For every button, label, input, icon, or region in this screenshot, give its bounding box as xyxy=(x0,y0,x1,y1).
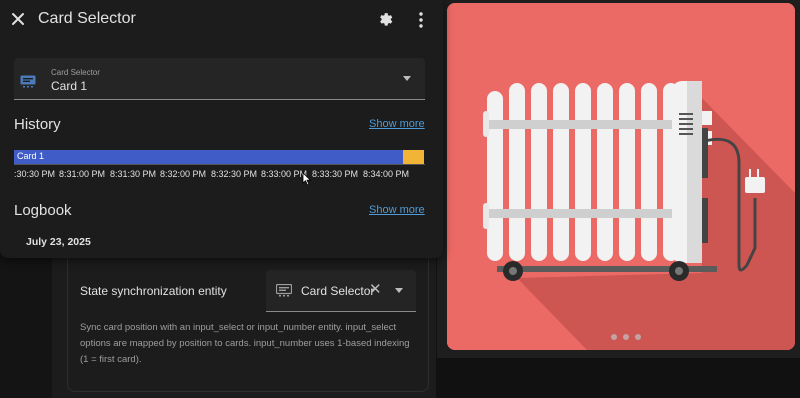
sync-settings-card xyxy=(67,240,429,392)
history-show-more-link[interactable]: Show more xyxy=(369,118,425,130)
timeline-tick: 8:31:30 PM xyxy=(110,169,157,179)
dialog-title: Card Selector xyxy=(38,10,136,27)
dropdown-caret-icon[interactable] xyxy=(403,76,411,81)
timeline-tick: :30:30 PM xyxy=(14,169,56,179)
clear-icon[interactable]: ✕ xyxy=(369,282,382,297)
carousel-dots xyxy=(611,334,641,340)
entity-card-icon xyxy=(276,284,292,297)
logbook-title: Logbook xyxy=(14,202,72,219)
timeline-state-bar[interactable]: Card 1 xyxy=(14,150,403,164)
sync-entity-label: State synchronization entity xyxy=(80,284,227,298)
select-value: Card 1 xyxy=(51,79,88,93)
entity-state-select[interactable]: Card Selector Card 1 xyxy=(14,58,425,100)
sync-entity-picker[interactable]: Card Selector ✕ xyxy=(266,270,416,312)
dropdown-caret-icon[interactable] xyxy=(395,288,403,293)
history-title: History xyxy=(14,116,61,133)
timeline-ticks: :30:30 PM 8:31:00 PM 8:31:30 PM 8:32:00 … xyxy=(14,169,425,181)
card-preview-image[interactable] xyxy=(447,3,795,350)
screen: State synchronization entity Card Select… xyxy=(0,0,800,398)
carousel-dot[interactable] xyxy=(635,334,641,340)
timeline-tick: 8:31:00 PM xyxy=(59,169,106,179)
select-label: Card Selector xyxy=(51,68,100,77)
more-info-dialog: Card Selector Card Selector Card 1 Histo… xyxy=(0,0,443,258)
more-vert-icon[interactable] xyxy=(418,12,424,28)
close-icon[interactable] xyxy=(8,9,28,29)
timeline-state-label: Card 1 xyxy=(17,151,45,161)
carousel-dot[interactable] xyxy=(611,334,617,340)
entity-card-icon xyxy=(20,75,36,88)
timeline-tick: 8:32:30 PM xyxy=(211,169,258,179)
sync-entity-value: Card Selector xyxy=(301,284,375,298)
timeline-tick: 8:32:00 PM xyxy=(160,169,207,179)
gear-icon[interactable] xyxy=(377,11,394,28)
logbook-date: July 23, 2025 xyxy=(26,236,91,248)
logbook-show-more-link[interactable]: Show more xyxy=(369,204,425,216)
radiator-illustration xyxy=(447,3,795,350)
timeline-tick: 8:34:00 PM xyxy=(363,169,410,179)
carousel-dot[interactable] xyxy=(623,334,629,340)
mouse-cursor-icon xyxy=(302,172,312,186)
timeline-tick: 8:33:30 PM xyxy=(312,169,359,179)
sync-help-text: Sync card position with an input_select … xyxy=(80,322,410,365)
timeline-other-state-bar[interactable] xyxy=(403,150,424,164)
timeline-tick: 8:33:00 PM xyxy=(261,169,308,179)
